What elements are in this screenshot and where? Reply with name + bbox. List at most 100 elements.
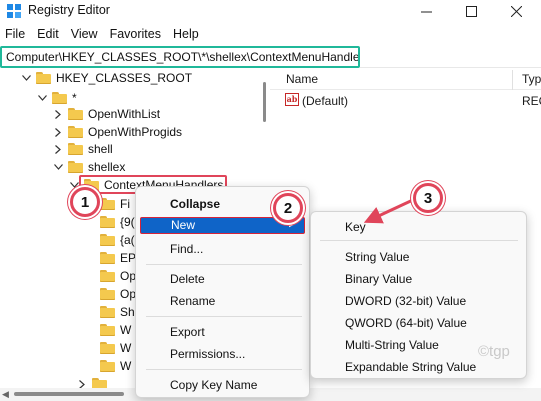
step-badge-3: 3	[413, 183, 443, 213]
submenu-item-string-value[interactable]: String Value	[345, 250, 409, 264]
tree-label: Fi	[120, 197, 130, 211]
folder-icon	[100, 342, 115, 354]
folder-icon	[100, 324, 115, 336]
menu-item-collapse[interactable]: Collapse	[170, 197, 220, 211]
menu-help[interactable]: Help	[167, 24, 205, 44]
menu-file[interactable]: File	[0, 24, 31, 44]
folder-icon	[100, 360, 115, 372]
submenu-item-binary-value[interactable]: Binary Value	[345, 272, 412, 286]
menu-bar: File Edit View Favorites Help	[0, 24, 205, 44]
menu-separator	[320, 240, 518, 241]
menu-favorites[interactable]: Favorites	[104, 24, 167, 44]
tree-label: W	[120, 323, 132, 337]
folder-icon	[36, 72, 51, 84]
chevron-down-icon[interactable]	[20, 72, 32, 84]
submenu-item-expandable-string-value[interactable]: Expandable String Value	[345, 360, 476, 374]
folder-icon	[100, 270, 115, 282]
tree-label: W	[120, 341, 132, 355]
folder-icon	[68, 143, 83, 155]
title-bar: Registry Editor	[0, 0, 541, 22]
scrollbar-thumb[interactable]	[263, 82, 266, 122]
tree-label: Op	[120, 269, 137, 283]
column-header-type[interactable]: Typ	[522, 72, 541, 86]
folder-icon	[68, 161, 83, 173]
folder-icon	[100, 252, 115, 264]
submenu-item-qword-value[interactable]: QWORD (64-bit) Value	[345, 316, 467, 330]
folder-icon	[100, 234, 115, 246]
minimize-icon	[420, 11, 432, 12]
folder-icon	[100, 306, 115, 318]
tree-item-child[interactable]: {9(	[100, 212, 135, 232]
menu-edit[interactable]: Edit	[31, 24, 65, 44]
tree-item-child[interactable]: W	[100, 320, 131, 340]
scroll-left-icon[interactable]: ◀	[2, 389, 9, 400]
folder-icon	[52, 92, 67, 104]
tree-item-shell[interactable]: shell	[52, 139, 113, 159]
menu-item-copy-key-name[interactable]: Copy Key Name	[170, 378, 257, 392]
tree-item-child[interactable]: Op	[100, 284, 136, 304]
tree-label: OpenWithList	[88, 107, 161, 121]
step-badge-2: 2	[273, 193, 303, 223]
tree-label: shellex	[88, 160, 126, 174]
value-row-type: REC	[522, 94, 541, 108]
maximize-button[interactable]	[451, 0, 491, 22]
menu-item-find[interactable]: Find...	[170, 242, 203, 256]
folder-icon	[100, 216, 115, 228]
folder-icon	[100, 198, 115, 210]
menu-item-permissions[interactable]: Permissions...	[170, 347, 245, 361]
folder-icon	[68, 126, 83, 138]
chevron-right-icon[interactable]	[52, 108, 64, 120]
submenu-item-key[interactable]: Key	[345, 220, 366, 234]
address-bar[interactable]: Computer\HKEY_CLASSES_ROOT\*\shellex\Con…	[0, 46, 360, 68]
folder-icon	[100, 288, 115, 300]
string-value-ab-icon: ab	[285, 93, 299, 106]
tree-item-shellex[interactable]: shellex	[52, 157, 125, 177]
menu-separator	[146, 264, 302, 265]
submenu-item-dword-value[interactable]: DWORD (32-bit) Value	[345, 294, 466, 308]
close-button[interactable]	[496, 0, 536, 22]
column-divider[interactable]	[512, 70, 513, 90]
tree-label: OpenWithProgids	[88, 125, 183, 139]
menu-item-new-label: New	[171, 218, 196, 232]
tree-label: W	[120, 359, 132, 373]
tree-item-child[interactable]: W	[100, 338, 131, 358]
tree-item-child[interactable]: {a(	[100, 230, 135, 250]
menu-item-export[interactable]: Export	[170, 325, 205, 339]
tree-item-child[interactable]: Sh	[100, 302, 135, 322]
scrollbar-thumb[interactable]	[14, 392, 124, 396]
close-icon	[510, 5, 522, 17]
tree-item-child[interactable]: Fi	[100, 194, 130, 214]
chevron-right-icon[interactable]	[52, 143, 64, 155]
menu-item-delete[interactable]: Delete	[170, 272, 205, 286]
tree-label: {9(	[120, 215, 135, 229]
tree-label: Sh	[120, 305, 135, 319]
chevron-right-icon[interactable]	[52, 126, 64, 138]
watermark: ©tgp	[478, 343, 510, 360]
tree-item-hkcr[interactable]: HKEY_CLASSES_ROOT	[20, 68, 192, 88]
value-row-name[interactable]: (Default)	[302, 94, 348, 108]
tree-item-openwithlist[interactable]: OpenWithList	[52, 104, 160, 124]
step-badge-1: 1	[70, 187, 100, 217]
chevron-down-icon[interactable]	[52, 161, 64, 173]
tree-item-child[interactable]: W	[100, 356, 131, 376]
menu-separator	[146, 316, 302, 317]
tree-label: EP	[120, 251, 137, 265]
tree-label: shell	[88, 142, 113, 156]
window-title: Registry Editor	[28, 3, 110, 17]
tree-label: *	[72, 91, 77, 105]
submenu-item-multi-string-value[interactable]: Multi-String Value	[345, 338, 439, 352]
tree-label: {a(	[120, 233, 135, 247]
folder-icon	[68, 108, 83, 120]
chevron-down-icon[interactable]	[36, 92, 48, 104]
minimize-button[interactable]	[406, 0, 446, 22]
menu-view[interactable]: View	[65, 24, 104, 44]
menu-item-rename[interactable]: Rename	[170, 294, 215, 308]
tree-label: HKEY_CLASSES_ROOT	[56, 71, 193, 85]
tree-item-child[interactable]: Op	[100, 266, 136, 286]
column-header-name[interactable]: Name	[286, 72, 318, 86]
tree-item-child[interactable]: EP	[100, 248, 136, 268]
address-bar-filler	[360, 46, 541, 68]
registry-editor-icon	[7, 4, 21, 18]
maximize-icon	[465, 5, 477, 17]
menu-separator	[146, 369, 302, 370]
